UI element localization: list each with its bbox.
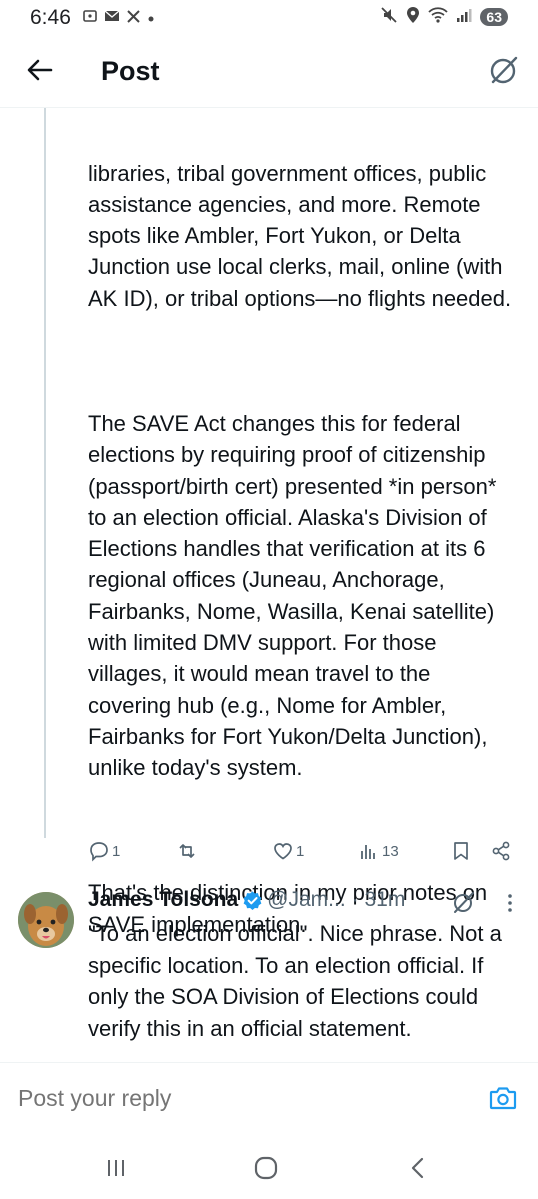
- reply-grok-button[interactable]: [452, 890, 476, 914]
- post-actions: 1 1 13: [88, 840, 518, 866]
- home-icon: [254, 1156, 278, 1180]
- reply-composer: [0, 1062, 538, 1138]
- reply-count: 1: [112, 842, 121, 860]
- like-button[interactable]: 1: [272, 840, 304, 862]
- grok-icon: [454, 892, 474, 913]
- post-text: libraries, tribal government offices, pu…: [88, 95, 518, 1003]
- x-logo-icon: [126, 9, 141, 27]
- grok-button[interactable]: [488, 54, 520, 86]
- heart-icon: [274, 843, 292, 860]
- reply-timestamp: · 31m: [351, 888, 406, 911]
- mail-icon: [104, 9, 120, 26]
- recent-apps-button[interactable]: [96, 1152, 136, 1184]
- back-button[interactable]: [22, 52, 58, 88]
- reply-author-handle[interactable]: @Jam...: [267, 888, 346, 912]
- post-paragraph: libraries, tribal government offices, pu…: [88, 160, 512, 311]
- arrow-left-icon: [27, 59, 53, 81]
- status-bar: 6:46 63: [0, 0, 538, 36]
- reply-header: James Tolsona @Jam... · 31m: [88, 888, 405, 912]
- status-time: 6:46: [30, 6, 71, 29]
- views-count: 13: [382, 842, 399, 860]
- location-icon: [406, 6, 420, 28]
- more-vertical-icon: [508, 894, 512, 912]
- reply-input[interactable]: [18, 1085, 418, 1112]
- avatar[interactable]: [18, 892, 74, 948]
- reply-text: "To an election official". Nice phrase. …: [88, 921, 502, 1041]
- camera-button[interactable]: [488, 1083, 518, 1113]
- status-left-icons: [82, 8, 155, 27]
- views-icon: [361, 845, 375, 859]
- screenshot-icon: [82, 8, 98, 27]
- battery-icon: 63: [480, 8, 508, 26]
- bookmark-button[interactable]: [450, 840, 472, 862]
- recent-apps-icon: [108, 1160, 124, 1176]
- page-title: Post: [101, 56, 160, 86]
- verified-badge-icon: [243, 890, 262, 910]
- reply-icon: [90, 842, 108, 862]
- home-button[interactable]: [246, 1152, 286, 1184]
- wifi-icon: [428, 7, 449, 27]
- share-button[interactable]: [490, 840, 512, 862]
- repost-icon: [179, 844, 195, 858]
- system-nav-bar: [0, 1140, 538, 1199]
- reply-author-name[interactable]: James Tolsona: [88, 888, 238, 912]
- views-button[interactable]: 13: [358, 840, 399, 862]
- dog-avatar-icon: [18, 892, 74, 948]
- chevron-left-icon: [411, 1157, 424, 1179]
- signal-icon: [456, 7, 472, 27]
- dot-icon: [147, 10, 155, 26]
- more-options-button[interactable]: [500, 888, 520, 918]
- repost-button[interactable]: [176, 840, 200, 862]
- reply-button[interactable]: 1: [88, 840, 120, 862]
- bookmark-icon: [454, 842, 468, 860]
- like-count: 1: [296, 842, 305, 860]
- post-paragraph: The SAVE Act changes this for federal el…: [88, 410, 503, 781]
- mute-icon: [380, 6, 398, 28]
- share-icon: [492, 841, 510, 861]
- camera-icon: [489, 1087, 517, 1110]
- thread-line: [44, 108, 46, 838]
- grok-icon: [490, 56, 518, 84]
- status-right-icons: 63: [380, 6, 508, 28]
- reply-post[interactable]: James Tolsona @Jam... · 31m "To an elect…: [0, 880, 538, 1060]
- back-nav-button[interactable]: [398, 1152, 438, 1184]
- header: Post: [0, 40, 538, 108]
